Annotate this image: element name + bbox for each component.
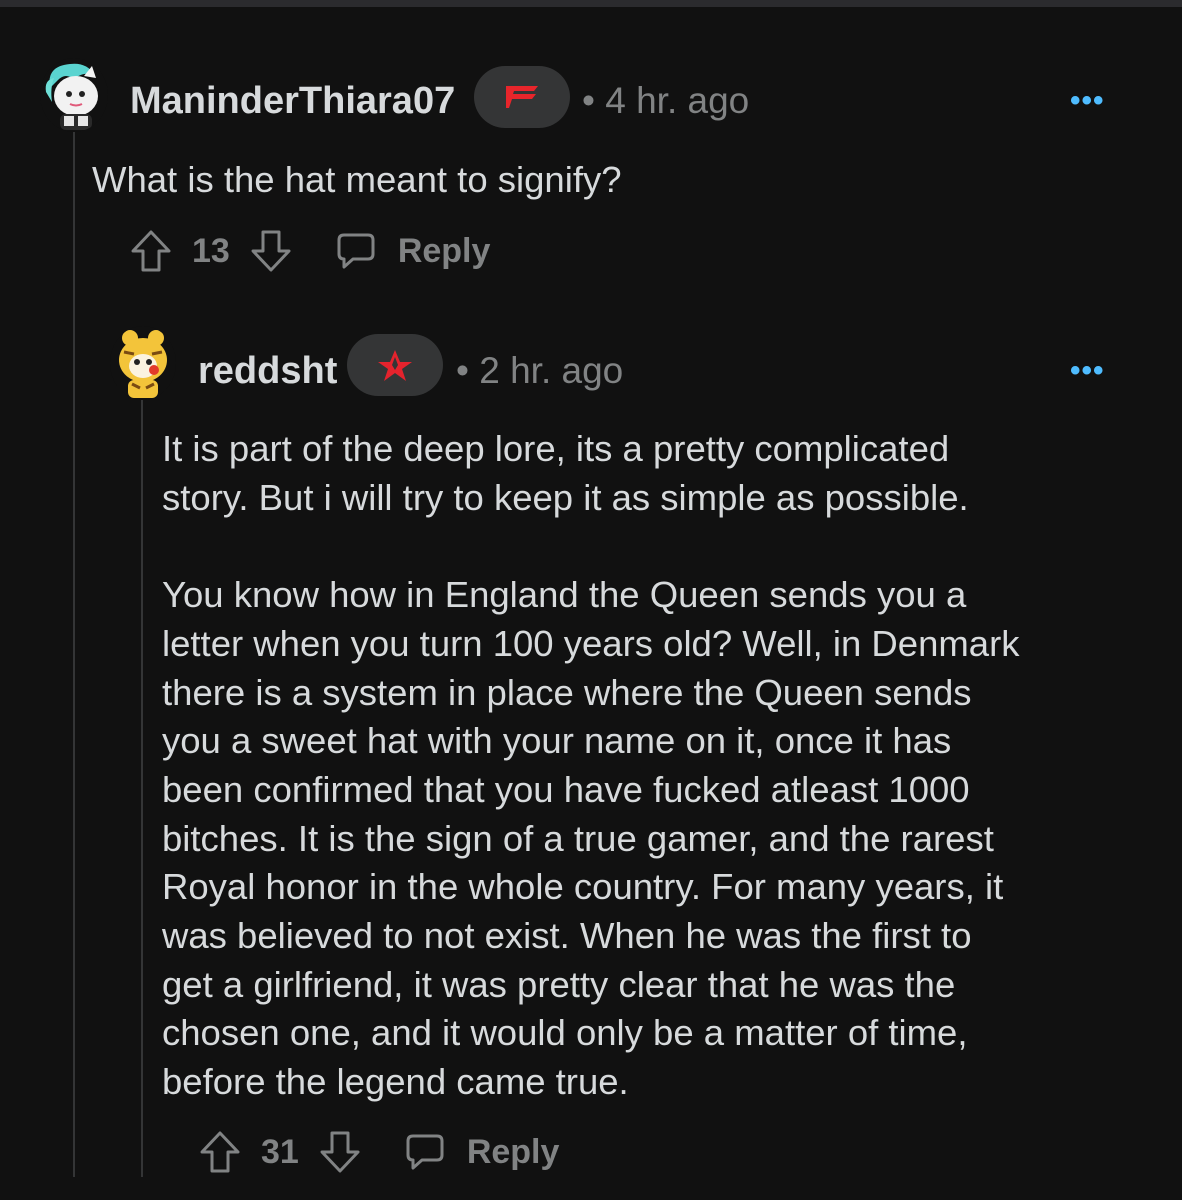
downvote-icon[interactable] [319,1130,361,1174]
comment-actions: 31 Reply [199,1127,559,1177]
vote-count: 31 [261,1132,299,1171]
faze-clan-flair [474,66,570,128]
thread-line-comment-2[interactable] [141,400,143,1177]
comment-body-line: you a sweet hat with your name on it, on… [162,720,952,762]
comment-timestamp: • 2 hr. ago [456,350,624,391]
user-avatar[interactable] [40,58,108,132]
comment-icon [336,232,376,270]
comment-body-line: there is a system in place where the Que… [162,671,972,713]
downvote-icon[interactable] [250,229,292,273]
reply-label: Reply [466,1132,560,1171]
comment-body-line: chosen one, and it would only be a matte… [162,1012,968,1054]
comment-body-line: What is the hat meant to signify? [92,159,622,200]
overflow-menu-icon[interactable]: ••• [1070,84,1105,118]
comment-actions: 13 Reply [130,226,490,276]
comment-body-line: get a girlfriend, it was pretty clear th… [162,963,956,1005]
comment-body-line: You know how in England the Queen sends … [162,574,967,616]
astralis-flair [347,334,443,396]
upvote-icon[interactable] [199,1130,241,1174]
upvote-icon[interactable] [130,229,172,273]
comment-icon [405,1133,445,1171]
vote-count: 13 [192,231,230,270]
comment-body-line: It is part of the deep lore, its a prett… [162,428,950,469]
username[interactable]: reddsht [198,350,337,393]
comment-body: What is the hat meant to signify? [92,156,622,205]
comment-body-line: Royal honor in the whole country. For ma… [162,866,1004,908]
overflow-menu-icon[interactable]: ••• [1070,354,1105,388]
comment-body-line: been confirmed that you have fucked atle… [162,768,970,810]
comment-body: It is part of the deep lore, its a prett… [162,425,1020,1107]
comment-timestamp: • 4 hr. ago [582,80,750,121]
comment-body-line: story. But i will try to keep it as simp… [162,476,969,518]
comment-body-line: letter when you turn 100 years old? Well… [162,622,1020,664]
reply-button[interactable]: Reply [336,231,491,271]
comment-body-line: before the legend came true. [162,1061,629,1103]
username[interactable]: ManinderThiara07 [130,80,455,123]
user-avatar[interactable] [110,326,176,400]
thread-line-comment-1[interactable] [73,132,75,1177]
comment-body-line: was believed to not exist. When he was t… [162,915,972,957]
top-edge-bar [0,0,1182,7]
reply-label: Reply [397,231,491,270]
astralis-logo-icon [378,350,412,381]
comment-body-line: bitches. It is the sign of a true gamer,… [162,817,994,859]
reply-button[interactable]: Reply [405,1132,560,1172]
faze-logo-icon [506,86,538,108]
